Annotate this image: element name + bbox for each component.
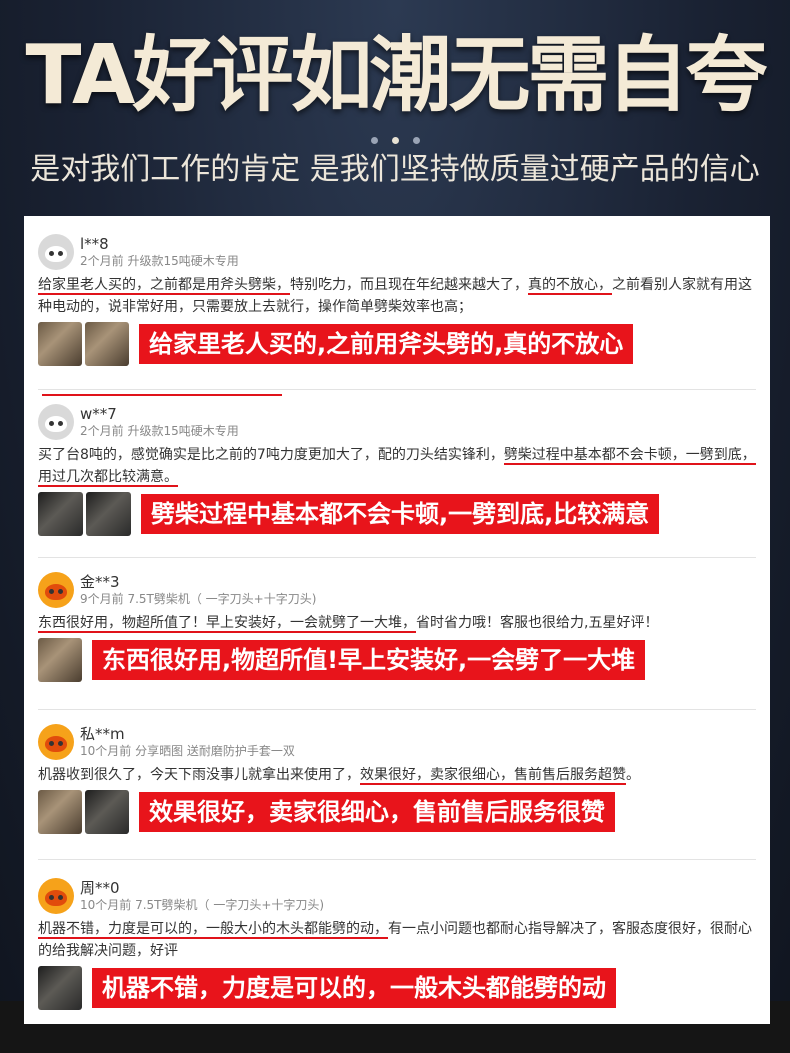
highlight-banner: 给家里老人买的,之前用斧头劈的,真的不放心 [139, 324, 634, 364]
review-text: 机器不错，力度是可以的，一般大小的木头都能劈的动，有一点小问题也都耐心指导解决了… [38, 918, 756, 962]
avatar-face-icon [45, 890, 67, 906]
highlight-banner: 劈柴过程中基本都不会卡顿,一劈到底,比较满意 [141, 494, 660, 534]
review-meta: 9个月前 7.5T劈柴机（ 一字刀头+十字刀头) [80, 592, 317, 606]
reviewer-name: 周**0 [80, 879, 120, 897]
carousel-dots [0, 137, 790, 144]
highlight-banner: 效果很好，卖家很细心，售前售后服务很赞 [139, 792, 615, 832]
review-header: l**8 2个月前 升级款15吨硬木专用 [38, 234, 756, 270]
page-headline: TA好评如潮无需自夸 [25, 28, 767, 123]
carousel-dot[interactable] [370, 137, 378, 144]
review-photo-thumbnail[interactable] [38, 790, 82, 834]
review-text-highlight: 东西很好用，物超所值了！早上安装好，一会就劈了一大堆， [38, 615, 416, 633]
review-text: 东西很好用，物超所值了！早上安装好，一会就劈了一大堆，省时省力哦！客服也很给力,… [38, 612, 756, 634]
highlight-banner: 机器不错，力度是可以的，一般木头都能劈的动 [92, 968, 616, 1008]
carousel-dot-active[interactable] [391, 137, 399, 144]
avatar-face-icon [45, 584, 67, 600]
review-photo-thumbnail[interactable] [85, 790, 129, 834]
review-text-part: 买了台8吨的，感觉确实是比之前的7吨力度更加大了，配的刀头结实锋利， [38, 447, 504, 463]
review-card: 金**3 9个月前 7.5T劈柴机（ 一字刀头+十字刀头) 东西很好用，物超所值… [38, 558, 756, 710]
thumbnail-group [38, 966, 82, 1010]
review-meta: 10个月前 分享晒图 送耐磨防护手套一双 [80, 744, 295, 758]
reviewer-name: l**8 [80, 235, 109, 253]
review-text: 买了台8吨的，感觉确实是比之前的7吨力度更加大了，配的刀头结实锋利，劈柴过程中基… [38, 444, 756, 488]
review-header: 私**m 10个月前 分享晒图 送耐磨防护手套一双 [38, 724, 756, 760]
review-text-highlight: 机器不错，力度是可以的，一般大小的木头都能劈的动， [38, 921, 388, 939]
thumbnail-group [38, 322, 129, 366]
review-text: 机器收到很久了，今天下雨没事儿就拿出来使用了，效果很好，卖家很细心，售前售后服务… [38, 764, 756, 786]
review-text-part: 。 [626, 767, 640, 783]
review-text-part: 特别吃力，而且现在年纪越来越大了， [290, 277, 528, 293]
review-media: 劈柴过程中基本都不会卡顿,一劈到底,比较满意 [38, 492, 756, 536]
page-subhead: 是对我们工作的肯定 是我们坚持做质量过硬产品的信心 [30, 152, 760, 187]
review-card: l**8 2个月前 升级款15吨硬木专用 给家里老人买的，之前都是用斧头劈柴，特… [38, 216, 756, 390]
avatar [38, 878, 74, 914]
red-underline-divider [42, 394, 282, 396]
review-photo-thumbnail[interactable] [38, 966, 82, 1010]
carousel-dot[interactable] [412, 137, 420, 144]
review-meta: 2个月前 升级款15吨硬木专用 [80, 424, 239, 438]
review-header: 周**0 10个月前 7.5T劈柴机（ 一字刀头+十字刀头) [38, 878, 756, 914]
review-photo-thumbnail[interactable] [86, 492, 131, 536]
review-media: 效果很好，卖家很细心，售前售后服务很赞 [38, 790, 756, 834]
review-media: 给家里老人买的,之前用斧头劈的,真的不放心 [38, 322, 756, 366]
review-text-part: 机器收到很久了，今天下雨没事儿就拿出来使用了， [38, 767, 360, 783]
reviews-panel: l**8 2个月前 升级款15吨硬木专用 给家里老人买的，之前都是用斧头劈柴，特… [24, 216, 770, 1024]
review-card: 私**m 10个月前 分享晒图 送耐磨防护手套一双 机器收到很久了，今天下雨没事… [38, 710, 756, 860]
review-meta: 10个月前 7.5T劈柴机（ 一字刀头+十字刀头) [80, 898, 325, 912]
review-header: w**7 2个月前 升级款15吨硬木专用 [38, 404, 756, 440]
reviewer-name: w**7 [80, 405, 117, 423]
review-header: 金**3 9个月前 7.5T劈柴机（ 一字刀头+十字刀头) [38, 572, 756, 608]
avatar [38, 572, 74, 608]
review-photo-thumbnail[interactable] [38, 492, 83, 536]
thumbnail-group [38, 790, 129, 834]
review-text-highlight: 给家里老人买的，之前都是用斧头劈柴， [38, 277, 290, 295]
thumbnail-group [38, 492, 131, 536]
review-photo-thumbnail[interactable] [38, 322, 82, 366]
review-text-highlight: 真的不放心， [528, 277, 612, 295]
highlight-banner: 东西很好用,物超所值!早上安装好,一会劈了一大堆 [92, 640, 646, 680]
review-photo-thumbnail[interactable] [85, 322, 129, 366]
avatar [38, 404, 74, 440]
review-card: 周**0 10个月前 7.5T劈柴机（ 一字刀头+十字刀头) 机器不错，力度是可… [38, 860, 756, 1024]
review-media: 机器不错，力度是可以的，一般木头都能劈的动 [38, 966, 756, 1010]
review-photo-thumbnail[interactable] [38, 638, 82, 682]
review-card: w**7 2个月前 升级款15吨硬木专用 买了台8吨的，感觉确实是比之前的7吨力… [38, 390, 756, 558]
thumbnail-group [38, 638, 82, 682]
review-text: 给家里老人买的，之前都是用斧头劈柴，特别吃力，而且现在年纪越来越大了，真的不放心… [38, 274, 756, 318]
review-media: 东西很好用,物超所值!早上安装好,一会劈了一大堆 [38, 638, 756, 682]
avatar [38, 724, 74, 760]
review-text-highlight: 效果很好，卖家很细心，售前售后服务超赞 [360, 767, 626, 785]
avatar-face-icon [45, 246, 67, 262]
avatar [38, 234, 74, 270]
review-text-part: 省时省力哦！客服也很给力,五星好评！ [416, 615, 659, 631]
review-meta: 2个月前 升级款15吨硬木专用 [80, 254, 239, 268]
reviewer-name: 金**3 [80, 573, 120, 591]
reviewer-name: 私**m [80, 725, 125, 743]
avatar-face-icon [45, 416, 67, 432]
avatar-face-icon [45, 736, 67, 752]
